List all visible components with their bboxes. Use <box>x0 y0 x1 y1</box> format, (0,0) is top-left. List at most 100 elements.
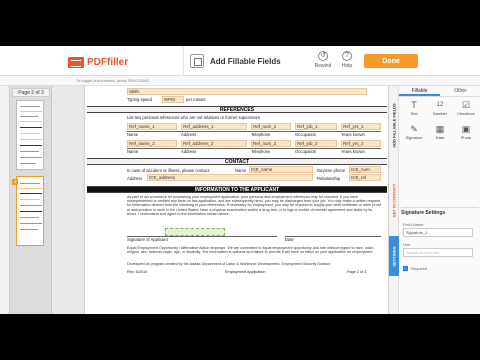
contact-relationship-label: Relationship <box>317 176 341 181</box>
col-label-telephone: Telephone <box>251 132 271 137</box>
typing-speed-label: Typing speed <box>127 97 152 102</box>
photo-icon: ▣ <box>461 124 471 134</box>
ref-num-1-field[interactable]: Ref_num_1 <box>251 123 291 130</box>
rewind-label: Rewind <box>314 63 332 69</box>
ref-yrs-2-field[interactable]: Ref_yrs_2 <box>341 140 381 147</box>
thumbnail-number-badge: 3 <box>12 179 18 185</box>
col-label-address: Address <box>181 132 197 137</box>
ref-address-1-field[interactable]: Ref_address_1 <box>181 123 247 130</box>
ref-job-2-field[interactable]: Ref_job_2 <box>295 140 337 147</box>
ref-name-2-field[interactable]: Ref_name_2 <box>127 140 177 147</box>
page-thumbnail-3[interactable]: 3 <box>12 176 44 246</box>
info-bar: To toggle checkmarks, press SPACEBAR <box>0 76 480 86</box>
contact-daytime-label: Daytime phone <box>317 168 346 173</box>
required-checkbox[interactable] <box>403 266 408 271</box>
document-page: Skills Typing speed WPM per minute REFER… <box>85 86 388 314</box>
date-label: Date <box>285 237 294 242</box>
document-viewport[interactable]: Skills Typing speed WPM per minute REFER… <box>52 86 388 314</box>
pdffiller-logo-icon <box>68 56 84 68</box>
typing-speed-field[interactable]: WPM <box>162 96 184 103</box>
tab-fillable[interactable]: Fillable <box>399 86 440 96</box>
eeo-paragraph: Equal Employment Opportunity / Affirmati… <box>127 246 374 255</box>
tool-checkbox[interactable]: ☑ Checkbox <box>453 100 479 120</box>
help-icon: ? <box>342 51 352 61</box>
col-label-occupation: Occupation <box>295 132 317 137</box>
signature-label: Signature of Applicant <box>127 237 168 242</box>
ice-num-field[interactable]: ICE_num <box>349 166 381 173</box>
field-name-input[interactable]: Signature_1 <box>403 228 473 237</box>
contact-name-label: Name <box>235 168 247 173</box>
help-label: Help <box>341 63 353 69</box>
footer-title: Employment Application <box>225 270 266 274</box>
contact-address-label: Address <box>127 176 143 181</box>
page-thumbnail-2[interactable] <box>16 100 44 170</box>
fillable-fields-icon <box>190 54 204 68</box>
right-panel: ADD FILLABLE FIELDS GET IN CONTACT SETTI… <box>388 86 480 314</box>
col-label-name-2: Name <box>127 149 139 154</box>
signature-field-selected[interactable] <box>165 228 225 236</box>
info-paragraph: As part of our procedure for processing … <box>127 195 381 216</box>
field-tabs: Fillable Other <box>399 86 480 97</box>
thumbnail-panel: Page 2 of 3 3 <box>10 86 52 314</box>
letterbox-bottom <box>0 314 480 360</box>
brand-name: PDFfiller <box>87 56 129 68</box>
footer-revision: Rev. 6/2010 <box>127 270 148 274</box>
tab-other[interactable]: Other <box>440 86 480 96</box>
left-panel-toggle[interactable] <box>0 86 10 314</box>
info-header: INFORMATION TO THE APPLICANT <box>87 186 387 193</box>
tool-date[interactable]: ▦ Date <box>427 124 453 144</box>
pdffiller-app: PDFfiller Add Fillable Fields ↺ Rewind ?… <box>0 46 480 314</box>
col-label-years: Years known <box>341 132 365 137</box>
rewind-icon: ↺ <box>318 51 328 61</box>
page-indicator[interactable]: Page 2 of 3 <box>12 88 50 97</box>
col-label-name: Name <box>127 132 139 137</box>
contact-intro: In case of accident or illness, please c… <box>127 168 211 173</box>
signature-settings-header: Signature Settings <box>401 207 479 217</box>
mode-indicator: Add Fillable Fields <box>183 46 281 76</box>
footer-page: Page 2 of 3 <box>347 270 367 274</box>
signature-icon: ✎ <box>410 124 418 134</box>
skills-field[interactable]: Skills <box>127 88 367 95</box>
col-label-telephone-2: Telephone <box>251 149 271 154</box>
col-label-address-2: Address <box>181 149 197 154</box>
rewind-button[interactable]: ↺ Rewind <box>312 51 334 73</box>
brand-logo[interactable]: PDFfiller <box>68 55 128 69</box>
tool-photo[interactable]: ▣ Photo <box>453 124 479 144</box>
field-name-label: Field Name <box>403 222 424 227</box>
top-toolbar: PDFfiller Add Fillable Fields ↺ Rewind ?… <box>0 46 480 76</box>
help-button[interactable]: ? Help <box>336 51 358 73</box>
ref-num-2-field[interactable]: Ref_num_2 <box>251 140 291 147</box>
ice-name-field[interactable]: ICE_name <box>249 166 313 173</box>
tool-number[interactable]: 12 Number <box>427 100 453 120</box>
checkbox-icon: ☑ <box>461 100 471 110</box>
col-label-occupation-2: Occupation <box>295 149 317 154</box>
required-label: Required <box>411 266 428 271</box>
ref-name-1-field[interactable]: Ref_name_1 <box>127 123 177 130</box>
developer-note: Developed as program created by the Alas… <box>127 262 331 266</box>
tool-grid: T Text 12 Number ☑ Checkbox ✎ Signature ▦ Dat… <box>401 100 479 144</box>
done-button[interactable]: Done <box>364 54 418 68</box>
ice-rel-field[interactable]: ICE_rel <box>349 174 381 181</box>
references-header: REFERENCES <box>87 106 387 113</box>
letterbox-top <box>0 0 480 46</box>
typing-speed-unit: per minute <box>186 97 206 102</box>
mode-title: Add Fillable Fields <box>210 56 281 66</box>
references-intro: List two personal references who are not… <box>127 115 262 120</box>
ref-yrs-1-field[interactable]: Ref_yrs_1 <box>341 123 381 130</box>
tool-text[interactable]: T Text <box>401 100 427 120</box>
vtab-settings[interactable]: SETTINGS <box>389 236 399 276</box>
ice-address-field[interactable]: ICE_address <box>147 174 313 181</box>
vtab-add-fillable-fields[interactable]: ADD FILLABLE FIELDS <box>389 90 399 160</box>
number-icon: 12 <box>436 102 444 108</box>
contact-header: CONTACT <box>87 158 387 165</box>
hint-input[interactable]: Signature field hint <box>403 248 473 257</box>
ref-address-2-field[interactable]: Ref_address_2 <box>181 140 247 147</box>
text-icon: T <box>411 100 417 110</box>
vertical-tab-strip: ADD FILLABLE FIELDS GET IN CONTACT SETTI… <box>389 86 399 314</box>
calendar-icon: ▦ <box>435 124 445 134</box>
tool-signature[interactable]: ✎ Signature <box>401 124 427 144</box>
hint-label: Hint <box>403 242 411 247</box>
col-label-years-2: Years known <box>341 149 365 154</box>
vtab-get-in-contact[interactable]: GET IN CONTACT <box>389 170 399 230</box>
ref-job-1-field[interactable]: Ref_job_1 <box>295 123 337 130</box>
